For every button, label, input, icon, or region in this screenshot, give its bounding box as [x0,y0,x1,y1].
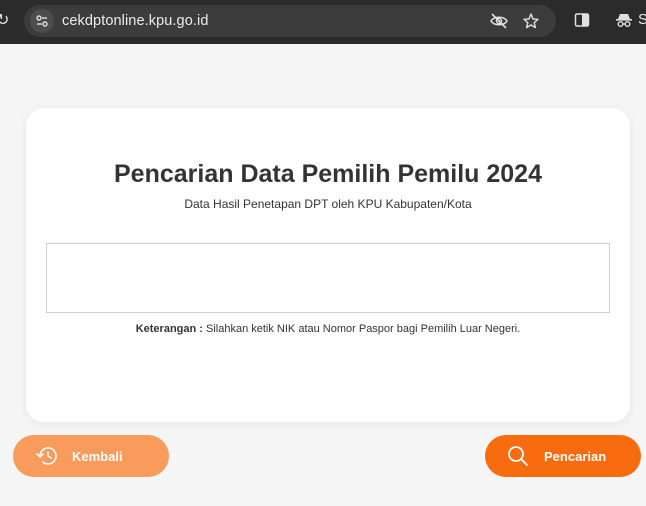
note-label: Keterangan : [135,323,203,335]
browser-toolbar: ↻ cekdptonline.kpu.go.id S [0,0,646,44]
side-panel-icon[interactable] [574,12,592,30]
star-icon[interactable] [523,13,539,29]
search-button[interactable]: Pencarian [485,435,641,477]
page-title: Pencarian Data Pemilih Pemilu 2024 [114,160,542,188]
search-icon [507,445,529,470]
back-button[interactable]: Kembali [13,435,169,477]
reload-icon[interactable]: ↻ [0,11,12,31]
profile-button[interactable]: S [638,11,646,28]
address-bar[interactable]: cekdptonline.kpu.go.id [24,5,556,37]
page-subtitle: Data Hasil Penetapan DPT oleh KPU Kabupa… [184,197,472,211]
search-note: Keterangan : Silahkan ketik NIK atau Nom… [0,323,646,335]
back-button-label: Kembali [72,449,123,464]
nik-search-input[interactable] [46,243,610,313]
history-icon [35,445,59,470]
site-info-icon[interactable] [30,9,54,33]
incognito-icon[interactable] [615,12,633,30]
eye-off-icon[interactable] [490,13,508,29]
search-button-label: Pencarian [544,449,607,464]
url-text[interactable]: cekdptonline.kpu.go.id [62,5,209,37]
note-text: Silahkan ketik NIK atau Nomor Paspor bag… [202,323,521,335]
